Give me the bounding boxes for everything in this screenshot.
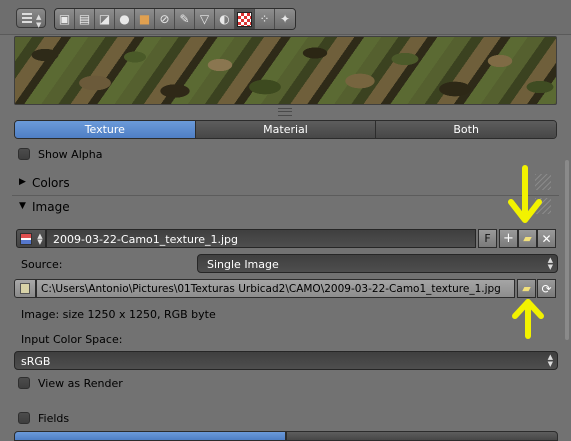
filepath-field[interactable]: C:\Users\Antonio\Pictures\01Texturas Urb… [36, 279, 515, 298]
annotation-arrow-down-icon [508, 165, 542, 223]
folder-icon: ▰ [522, 282, 531, 295]
texture-preview [14, 36, 557, 105]
scrollbar[interactable] [565, 160, 569, 340]
file-icon-button [14, 279, 36, 298]
chevron-down-icon: ▲ ▼ [547, 353, 553, 368]
image-panel-header[interactable]: ▼ Image [12, 196, 559, 218]
physics-icon[interactable]: ✦ [275, 9, 295, 29]
colors-panel-header[interactable]: ▶ Colors [12, 172, 559, 194]
show-alpha-checkbox[interactable] [18, 148, 30, 160]
chevron-down-icon: ▼ [19, 201, 26, 211]
context-tabs: ▣ ▤ ◪ ● ■ ⊘ ✎ ▽ ◐ ⁘ ✦ [54, 8, 296, 30]
reload-icon: ⟳ [541, 281, 552, 296]
render-layers-icon[interactable]: ▤ [75, 9, 95, 29]
chevron-down-icon: ▲ ▼ [36, 13, 42, 29]
image-icon [20, 233, 32, 245]
tab-both[interactable]: Both [376, 121, 556, 138]
colors-panel-title: Colors [32, 176, 70, 190]
color-space-select[interactable]: sRGB ▲ ▼ [14, 351, 558, 370]
source-value: Single Image [207, 258, 279, 271]
render-icon[interactable]: ▣ [55, 9, 75, 29]
annotation-arrow-up-icon [512, 299, 544, 339]
data-icon[interactable]: ▽ [195, 9, 215, 29]
chevron-right-icon: ▶ [19, 177, 26, 187]
constraints-icon[interactable]: ⊘ [155, 9, 175, 29]
chevron-down-icon: ▲ ▼ [37, 232, 43, 246]
image-name-text: 2009-03-22-Camo1_texture_1.jpg [53, 233, 239, 246]
source-label: Source: [21, 258, 63, 271]
image-info-text: Image: size 1250 x 1250, RGB byte [21, 308, 216, 321]
modifiers-icon[interactable]: ✎ [175, 9, 195, 29]
chevron-down-icon: ▲ ▼ [547, 256, 553, 271]
tab-texture[interactable]: Texture [15, 121, 196, 138]
properties-header: ▲ ▼ ▣ ▤ ◪ ● ■ ⊘ ✎ ▽ ◐ ⁘ ✦ [0, 0, 571, 35]
editor-type-button[interactable]: ▲ ▼ [16, 8, 46, 29]
field-order-tabs [14, 431, 558, 441]
fields-label: Fields [38, 412, 70, 425]
filepath-text: C:\Users\Antonio\Pictures\01Texturas Urb… [41, 283, 501, 295]
field-order-tab-upper[interactable] [14, 431, 286, 441]
view-as-render-checkbox[interactable] [18, 377, 30, 389]
editor-type-icon [21, 12, 33, 24]
plus-icon: + [503, 231, 514, 246]
world-icon[interactable]: ● [115, 9, 135, 29]
image-name-field[interactable]: 2009-03-22-Camo1_texture_1.jpg [46, 229, 476, 248]
scene-icon[interactable]: ◪ [95, 9, 115, 29]
particles-icon[interactable]: ⁘ [255, 9, 275, 29]
new-image-button[interactable]: + [499, 229, 518, 248]
tab-material[interactable]: Material [195, 121, 377, 138]
close-icon: ✕ [541, 231, 552, 246]
object-icon[interactable]: ■ [135, 9, 155, 29]
color-space-value: sRGB [21, 355, 51, 368]
texture-icon[interactable] [235, 9, 255, 29]
show-alpha-label: Show Alpha [38, 148, 103, 161]
fake-user-button[interactable]: F [478, 229, 497, 248]
source-select[interactable]: Single Image ▲ ▼ [197, 254, 558, 273]
material-icon[interactable]: ◐ [215, 9, 235, 29]
unlink-image-button[interactable]: ✕ [537, 229, 556, 248]
field-order-tab-lower[interactable] [286, 431, 558, 441]
preview-mode-tabs: Texture Material Both [14, 120, 557, 139]
folder-icon: ▰ [523, 232, 532, 245]
image-panel-title: Image [32, 200, 70, 214]
image-browse-button[interactable]: ▲ ▼ [16, 229, 46, 248]
fields-checkbox[interactable] [18, 412, 30, 424]
open-image-button[interactable]: ▰ [518, 229, 537, 248]
color-space-label: Input Color Space: [21, 333, 123, 346]
preview-resize-handle[interactable] [278, 108, 292, 116]
file-icon [20, 283, 30, 294]
view-as-render-label: View as Render [38, 377, 123, 390]
